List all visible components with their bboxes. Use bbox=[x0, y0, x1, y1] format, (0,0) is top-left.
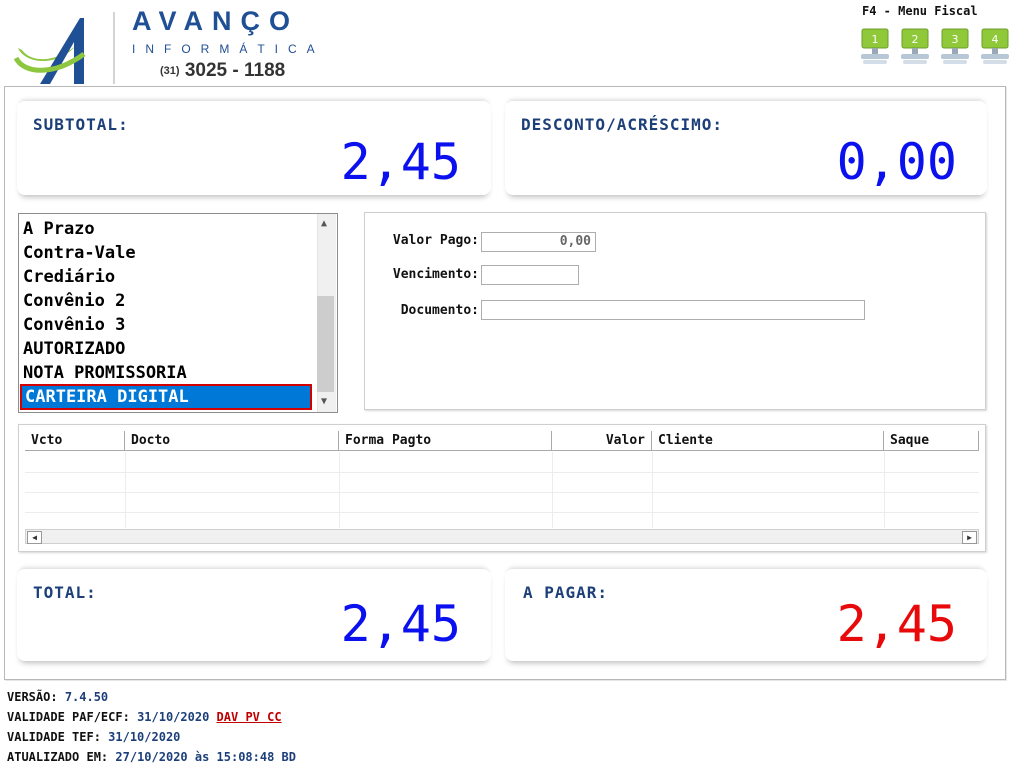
validade-tef-value: 31/10/2020 bbox=[108, 730, 181, 744]
menu-fiscal-label: F4 - Menu Fiscal bbox=[862, 4, 978, 18]
brand-phone: (31) 3025 - 1188 bbox=[160, 60, 285, 82]
fiscal-button-3[interactable]: 3 bbox=[940, 28, 970, 66]
grid-header-vcto[interactable]: Vcto bbox=[25, 431, 125, 451]
list-item-a-prazo[interactable]: A Prazo bbox=[23, 218, 95, 240]
grid-header-saque[interactable]: Saque bbox=[884, 431, 979, 451]
atualizado-value: 27/10/2020 às 15:08:48 BD bbox=[115, 750, 297, 764]
list-item-nota-promissoria[interactable]: NOTA PROMISSORIA bbox=[23, 362, 187, 384]
total-label: TOTAL: bbox=[33, 583, 97, 602]
vencimento-label: Vencimento: bbox=[392, 267, 479, 282]
grid-col-divider bbox=[884, 452, 885, 528]
apagar-value: 2,45 bbox=[836, 595, 957, 653]
versao-line: VERSÃO: 7.4.50 bbox=[7, 687, 296, 707]
phone-number: 3025 - 1188 bbox=[184, 60, 286, 81]
grid-col-divider bbox=[125, 452, 126, 528]
grid-col-divider bbox=[552, 452, 553, 528]
subtotal-box: SUBTOTAL: 2,45 bbox=[17, 101, 491, 195]
brand-subtitle: INFORMÁTICA bbox=[132, 42, 325, 56]
scroll-down-icon[interactable]: ▼ bbox=[321, 396, 327, 407]
valor-pago-input[interactable]: 0,00 bbox=[481, 232, 596, 252]
grid-header-docto[interactable]: Docto bbox=[125, 431, 339, 451]
grid-row-divider bbox=[25, 492, 979, 493]
payment-method-list[interactable]: A Prazo Contra-Vale Crediário Convênio 2… bbox=[18, 213, 338, 413]
grid-header-cliente[interactable]: Cliente bbox=[652, 431, 884, 451]
versao-label: VERSÃO: bbox=[7, 690, 58, 704]
vencimento-input[interactable] bbox=[481, 265, 579, 285]
list-item-contra-vale[interactable]: Contra-Vale bbox=[23, 242, 136, 264]
dav-link[interactable]: DAV PV CC bbox=[217, 710, 282, 724]
grid-col-divider bbox=[339, 452, 340, 528]
atualizado-label: ATUALIZADO EM: bbox=[7, 750, 109, 764]
avanco-logo-icon bbox=[14, 18, 86, 84]
documento-label: Documento: bbox=[400, 303, 479, 318]
grid-header-forma-pagto[interactable]: Forma Pagto bbox=[339, 431, 552, 451]
list-item-autorizado[interactable]: AUTORIZADO bbox=[23, 338, 125, 360]
list-item-crediario[interactable]: Crediário bbox=[23, 266, 115, 288]
scroll-right-icon[interactable]: ▶ bbox=[962, 531, 977, 544]
grid-horizontal-scrollbar[interactable]: ◀ ▶ bbox=[25, 529, 979, 544]
svg-text:3: 3 bbox=[952, 33, 959, 46]
logo-divider bbox=[113, 12, 115, 84]
validade-paf-line: VALIDADE PAF/ECF: 31/10/2020 DAV PV CC bbox=[7, 707, 296, 727]
desconto-value: 0,00 bbox=[836, 133, 957, 191]
fiscal-terminal-icon: 3 bbox=[941, 28, 969, 64]
list-item-convenio-3[interactable]: Convênio 3 bbox=[23, 314, 125, 336]
validade-tef-line: VALIDADE TEF: 31/10/2020 bbox=[7, 727, 296, 747]
valor-pago-label: Valor Pago: bbox=[392, 233, 479, 248]
fiscal-terminal-icon: 4 bbox=[981, 28, 1009, 64]
scroll-up-icon[interactable]: ▲ bbox=[321, 218, 327, 229]
list-item-carteira-digital-selected[interactable]: CARTEIRA DIGITAL bbox=[20, 384, 312, 410]
fiscal-button-1[interactable]: 1 bbox=[860, 28, 890, 66]
fiscal-terminal-icon: 2 bbox=[901, 28, 929, 64]
validade-tef-label: VALIDADE TEF: bbox=[7, 730, 101, 744]
validade-paf-label: VALIDADE PAF/ECF: bbox=[7, 710, 130, 724]
scroll-left-icon[interactable]: ◀ bbox=[27, 531, 42, 544]
validade-paf-value: 31/10/2020 bbox=[137, 710, 210, 724]
total-box: TOTAL: 2,45 bbox=[17, 569, 491, 661]
payment-form: Valor Pago: 0,00 Vencimento: Documento: bbox=[364, 212, 986, 410]
fiscal-terminal-icon: 1 bbox=[861, 28, 889, 64]
list-scrollbar-thumb[interactable] bbox=[317, 296, 334, 392]
atualizado-line: ATUALIZADO EM: 27/10/2020 às 15:08:48 BD bbox=[7, 747, 296, 767]
svg-text:4: 4 bbox=[992, 33, 999, 46]
documento-input[interactable] bbox=[481, 300, 865, 320]
svg-text:1: 1 bbox=[872, 33, 879, 46]
desconto-label: DESCONTO/ACRÉSCIMO: bbox=[521, 115, 724, 134]
grid-row-divider bbox=[25, 512, 979, 513]
desconto-box: DESCONTO/ACRÉSCIMO: 0,00 bbox=[505, 101, 987, 195]
subtotal-label: SUBTOTAL: bbox=[33, 115, 129, 134]
total-value: 2,45 bbox=[340, 595, 461, 653]
grid-col-divider bbox=[652, 452, 653, 528]
grid-header-valor[interactable]: Valor bbox=[552, 431, 652, 451]
phone-ddd: (31) bbox=[160, 65, 180, 77]
list-item-convenio-2[interactable]: Convênio 2 bbox=[23, 290, 125, 312]
subtotal-value: 2,45 bbox=[340, 133, 461, 191]
apagar-label: A PAGAR: bbox=[523, 583, 609, 602]
versao-value: 7.4.50 bbox=[64, 690, 109, 704]
version-footer: VERSÃO: 7.4.50 VALIDADE PAF/ECF: 31/10/2… bbox=[7, 687, 296, 767]
apagar-box: A PAGAR: 2,45 bbox=[505, 569, 987, 661]
brand-name: AVANÇO bbox=[132, 6, 299, 36]
svg-text:2: 2 bbox=[912, 33, 919, 46]
payments-grid: Vcto Docto Forma Pagto Valor Cliente Saq… bbox=[18, 424, 986, 552]
fiscal-button-4[interactable]: 4 bbox=[980, 28, 1010, 66]
fiscal-button-2[interactable]: 2 bbox=[900, 28, 930, 66]
grid-row-divider bbox=[25, 472, 979, 473]
